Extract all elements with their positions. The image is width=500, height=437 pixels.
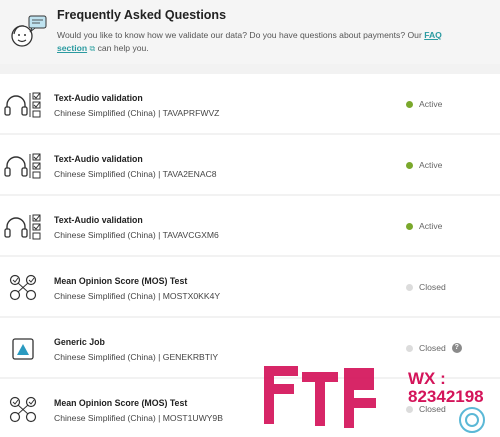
job-subtitle: Chinese Simplified (China) | MOSTX0KK4Y (54, 291, 221, 301)
status-label: Active (419, 99, 443, 109)
status-badge: Active (406, 160, 442, 170)
job-row[interactable]: Text-Audio validation Chinese Simplified… (0, 135, 500, 194)
status-dot (406, 405, 413, 413)
job-row[interactable]: Mean Opinion Score (MOS) Test Chinese Si… (0, 257, 500, 316)
job-subtitle: Chinese Simplified (China) | TAVAVCGXM6 (54, 230, 219, 240)
status-label: Closed (419, 282, 446, 292)
status-badge: Closed (406, 282, 446, 292)
status-label: Active (419, 221, 443, 231)
job-row[interactable]: Generic Job Chinese Simplified (China) |… (0, 318, 500, 377)
job-subtitle: Chinese Simplified (China) | GENEKRBTIY (54, 352, 219, 362)
status-dot (406, 344, 413, 352)
mos-nodes-icon (9, 396, 37, 423)
status-dot (406, 161, 413, 169)
job-row[interactable]: Text-Audio validation Chinese Simplified… (0, 74, 500, 133)
status-badge: Closed? (406, 343, 462, 353)
faq-text-before: Would you like to know how we validate o… (57, 30, 425, 40)
status-badge: Active (406, 99, 442, 109)
status-dot (406, 283, 413, 291)
status-label: Active (419, 160, 443, 170)
status-badge: Active (406, 221, 442, 231)
headphones-checklist-icon (4, 153, 41, 179)
job-title[interactable]: Text-Audio validation (54, 215, 143, 225)
status-dot (406, 100, 413, 108)
status-label: Closed (419, 404, 446, 414)
job-subtitle: Chinese Simplified (China) | MOST1UWY9B (54, 413, 223, 423)
job-title[interactable]: Generic Job (54, 337, 105, 347)
job-row[interactable]: Text-Audio validation Chinese Simplified… (0, 196, 500, 255)
help-icon[interactable]: ? (451, 343, 462, 353)
headphones-checklist-icon (4, 214, 41, 240)
job-subtitle: Chinese Simplified (China) | TAVAPRFWVZ (54, 108, 220, 118)
headphones-checklist-icon (4, 92, 41, 118)
job-title[interactable]: Mean Opinion Score (MOS) Test (54, 276, 187, 286)
job-title[interactable]: Text-Audio validation (54, 154, 143, 164)
mos-nodes-icon (9, 274, 37, 301)
faq-title: Frequently Asked Questions (57, 8, 227, 22)
status-dot (406, 222, 413, 230)
generic-job-icon (12, 338, 34, 360)
faq-banner: Frequently Asked Questions Would you lik… (0, 0, 500, 64)
chat-face-icon (11, 15, 47, 47)
job-row[interactable]: Mean Opinion Score (MOS) Test Chinese Si… (0, 379, 500, 437)
job-subtitle: Chinese Simplified (China) | TAVA2ENAC8 (54, 169, 217, 179)
faq-text: Would you like to know how we validate o… (57, 29, 447, 55)
faq-text-after: can help you. (95, 42, 149, 53)
job-title[interactable]: Text-Audio validation (54, 93, 143, 103)
status-label: Closed (419, 343, 446, 353)
status-badge: Closed (406, 404, 446, 414)
job-title[interactable]: Mean Opinion Score (MOS) Test (54, 398, 187, 408)
